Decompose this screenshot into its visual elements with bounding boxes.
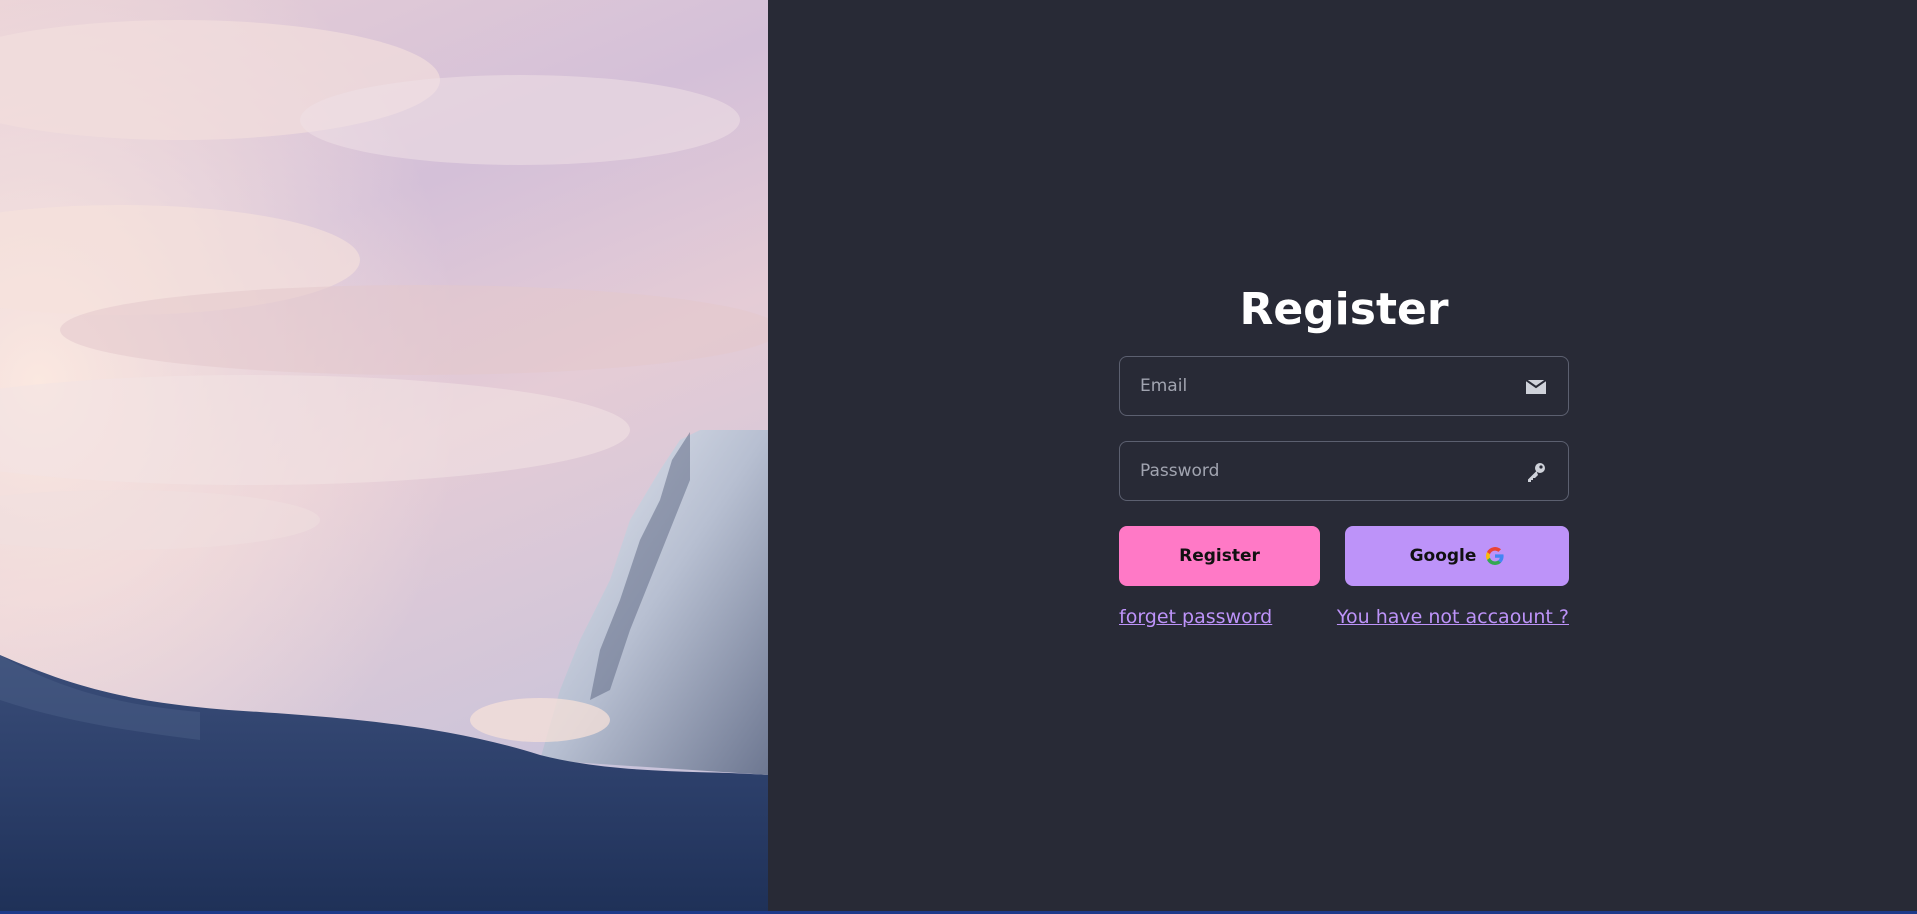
form-links: forget password You have not accaount ? bbox=[1119, 605, 1569, 629]
mail-icon bbox=[1524, 375, 1548, 399]
register-button[interactable]: Register bbox=[1119, 526, 1320, 586]
email-input[interactable] bbox=[1120, 357, 1568, 415]
no-account-link[interactable]: You have not accaount ? bbox=[1337, 605, 1569, 629]
google-icon bbox=[1486, 547, 1505, 565]
page-title: Register bbox=[1239, 284, 1449, 335]
mountain-illustration bbox=[0, 0, 768, 911]
google-button[interactable]: Google bbox=[1345, 526, 1569, 586]
action-buttons: Register Google bbox=[1119, 526, 1569, 586]
google-button-label: Google bbox=[1409, 546, 1477, 566]
password-input[interactable] bbox=[1120, 442, 1568, 500]
password-field[interactable] bbox=[1119, 441, 1569, 501]
forget-password-link[interactable]: forget password bbox=[1119, 605, 1272, 629]
register-form: Register Register Google bbox=[1119, 280, 1569, 629]
email-field[interactable] bbox=[1119, 356, 1569, 416]
key-icon bbox=[1524, 460, 1548, 484]
mountain-photo bbox=[0, 0, 768, 911]
register-button-label: Register bbox=[1179, 546, 1260, 566]
